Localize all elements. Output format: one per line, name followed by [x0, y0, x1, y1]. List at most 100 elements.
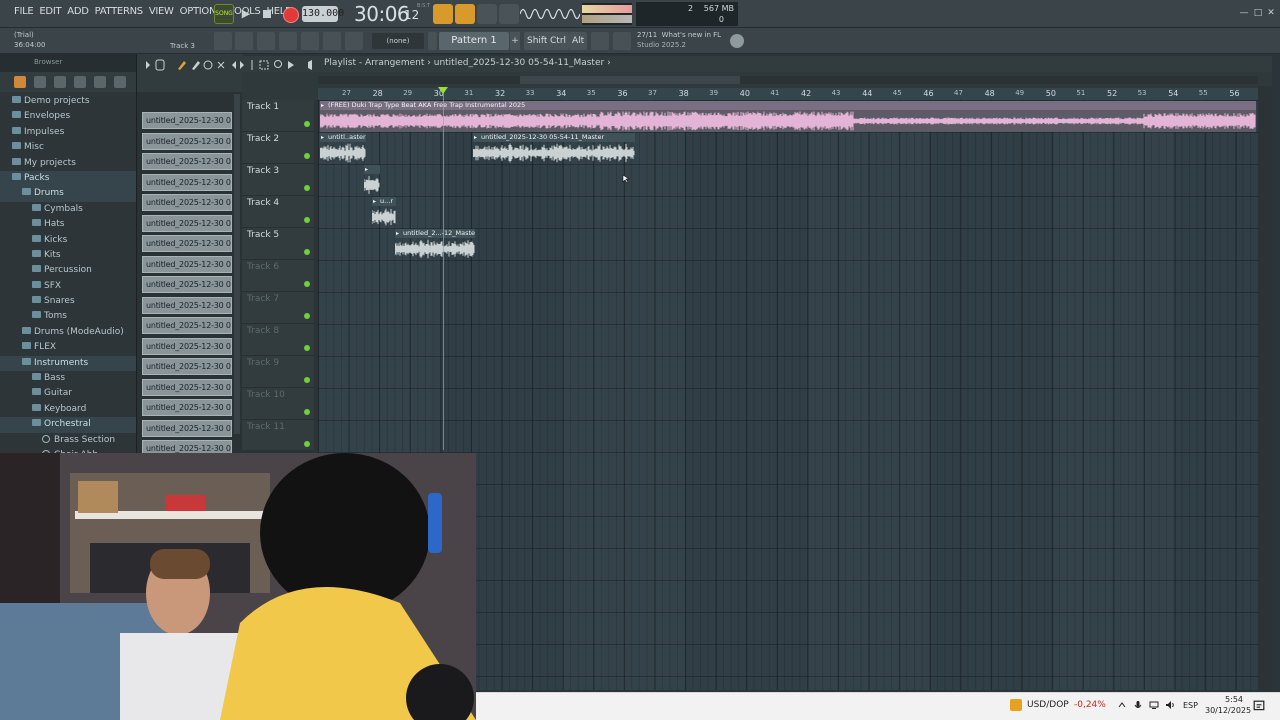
clock[interactable]: 5:54 30/12/2025: [1205, 694, 1251, 716]
volume-icon[interactable]: [1165, 700, 1175, 710]
track-header[interactable]: Track 4: [242, 196, 314, 228]
track-mute-led[interactable]: [304, 185, 310, 191]
picker-item[interactable]: untitled_2025-12-30 05-...: [142, 399, 232, 416]
picker-item[interactable]: untitled_2025-12-30 05-...: [142, 112, 232, 129]
browser-item[interactable]: Toms: [0, 309, 136, 324]
view-playlist-icon[interactable]: [214, 32, 232, 50]
pattern-selector[interactable]: Pattern 1: [439, 32, 509, 50]
track-mute-led[interactable]: [304, 217, 310, 223]
picker-item[interactable]: untitled_2025-12-30 05-...: [142, 153, 232, 170]
audio-clip-track1[interactable]: (FREE) Duki Trap Type Beat AKA Free Trap…: [320, 101, 1256, 132]
track-header[interactable]: Track 3: [242, 164, 314, 196]
playlist-vertical-scrollbar[interactable]: [1258, 86, 1272, 690]
browser-item[interactable]: Orchestral: [0, 417, 136, 433]
typing-keyboard-icon[interactable]: [613, 32, 631, 50]
menu-patterns[interactable]: PATTERNS: [95, 6, 144, 17]
song-mode-toggle[interactable]: SONG: [214, 4, 234, 24]
browser-cloud-icon[interactable]: [94, 76, 106, 88]
browser-favorites-icon[interactable]: [114, 76, 126, 88]
browser-item[interactable]: FLEX: [0, 340, 136, 355]
browser-all-icon[interactable]: [14, 76, 26, 88]
view-piano-roll-icon[interactable]: [257, 32, 275, 50]
picker-item[interactable]: untitled_2025-12-30 05-...: [142, 132, 232, 150]
track-mute-led[interactable]: [304, 409, 310, 415]
picker-item[interactable]: untitled_2025-12-30 05-...: [142, 276, 232, 293]
audio-clip-track2a[interactable]: untitl..aster: [320, 133, 366, 164]
audio-clip-track2b[interactable]: untitled_2025-12-30 05-54-11_Master: [473, 133, 635, 164]
picker-item[interactable]: untitled_2025-12-30 05-...: [142, 235, 232, 252]
browser-item[interactable]: Keyboard: [0, 402, 136, 417]
track-mute-led[interactable]: [304, 281, 310, 287]
view-channel-rack-icon[interactable]: [235, 32, 253, 50]
menu-edit[interactable]: EDIT: [39, 6, 61, 17]
browser-plugins-icon[interactable]: [54, 76, 66, 88]
browser-item[interactable]: Drums (ModeAudio): [0, 325, 136, 340]
browser-item[interactable]: Drums: [0, 186, 136, 202]
microphone-tray-icon[interactable]: [1133, 700, 1143, 710]
current-pattern-name[interactable]: untitled_2025-12-30 05-54-11_Master: [434, 58, 604, 68]
browser-item[interactable]: My projects: [0, 156, 136, 171]
pattern-prev-icon[interactable]: [428, 32, 437, 50]
view-mixer-icon[interactable]: [279, 32, 297, 50]
audio-clip-track5[interactable]: untitled_2...-12_Master: [395, 229, 475, 260]
track-header[interactable]: Track 2: [242, 132, 314, 164]
audio-clip-track4[interactable]: u...r: [372, 197, 396, 228]
browser-item[interactable]: Hats: [0, 217, 136, 232]
record-button[interactable]: [280, 4, 300, 24]
browser-item[interactable]: Brass Section: [0, 433, 136, 448]
browser-project-icon[interactable]: [74, 76, 86, 88]
browser-item[interactable]: Kits: [0, 248, 136, 263]
track-header[interactable]: Track 8: [242, 324, 314, 356]
notifications-icon[interactable]: [1253, 700, 1265, 712]
song-position-display[interactable]: 30:06: [354, 2, 410, 26]
track-header[interactable]: Track 1: [242, 100, 314, 132]
menu-view[interactable]: VIEW: [149, 6, 174, 17]
track-header[interactable]: Track 5: [242, 228, 314, 260]
browser-item[interactable]: Impulses: [0, 125, 136, 140]
picker-item[interactable]: untitled_2025-12-30 05-...: [142, 296, 232, 314]
playlist-horizontal-scrollbar[interactable]: [318, 76, 1258, 84]
browser-item[interactable]: Percussion: [0, 263, 136, 278]
browser-item[interactable]: Bass: [0, 371, 136, 386]
track-header[interactable]: Track 9: [242, 356, 314, 388]
track-header[interactable]: Track 10: [242, 388, 314, 420]
wait-input-icon[interactable]: [477, 4, 497, 24]
picker-item[interactable]: untitled_2025-12-30 05-...: [142, 255, 232, 273]
browser-item[interactable]: Snares: [0, 294, 136, 309]
picker-item[interactable]: untitled_2025-12-30 05-...: [142, 173, 232, 191]
playhead-marker[interactable]: [438, 87, 448, 94]
news-info-icon[interactable]: [730, 34, 744, 48]
ctrl-key[interactable]: Ctrl: [547, 32, 570, 50]
pattern-song-icon[interactable]: [433, 4, 453, 24]
browser-item[interactable]: Packs: [0, 170, 136, 187]
countdown-icon[interactable]: [499, 4, 519, 24]
input-language[interactable]: ESP: [1183, 701, 1198, 710]
currency-icon[interactable]: [1010, 699, 1022, 711]
track-header[interactable]: Track 7: [242, 292, 314, 324]
play-button[interactable]: ▶: [236, 4, 256, 24]
picker-item[interactable]: untitled_2025-12-30 05-...: [142, 337, 232, 355]
playhead-line[interactable]: [443, 88, 444, 450]
network-icon[interactable]: [1149, 700, 1159, 710]
audio-clip-track3[interactable]: [364, 165, 380, 196]
picker-item[interactable]: untitled_2025-12-30 05-...: [142, 214, 232, 232]
picker-item[interactable]: untitled_2025-12-30 05-...: [142, 194, 232, 211]
track-header[interactable]: Track 6: [242, 260, 314, 292]
loop-icon[interactable]: [591, 32, 609, 50]
tempo-display[interactable]: 130.000: [302, 6, 344, 22]
chevron-up-icon[interactable]: [1117, 700, 1127, 710]
track-mute-led[interactable]: [304, 377, 310, 383]
view-browser-icon[interactable]: [323, 32, 341, 50]
maximize-icon[interactable]: □: [1252, 8, 1264, 18]
picker-item[interactable]: untitled_2025-12-30 05-...: [142, 378, 232, 396]
track-mute-led[interactable]: [304, 345, 310, 351]
picker-item[interactable]: untitled_2025-12-30 05-...: [142, 317, 232, 334]
stop-button[interactable]: [258, 4, 276, 24]
horizontal-scroll-thumb[interactable]: [520, 76, 740, 84]
currency-ticker[interactable]: USD/DOP: [1027, 700, 1069, 710]
snap-select[interactable]: (none): [372, 33, 424, 49]
timeline-ruler[interactable]: 27 28 29 30 31 32 33 34 35 36 37 38 39 40 41 42 43 44 45 46…: [318, 88, 1258, 100]
minimize-icon[interactable]: —: [1238, 8, 1250, 18]
view-plugin-icon[interactable]: [301, 32, 319, 50]
track-mute-led[interactable]: [304, 441, 310, 447]
